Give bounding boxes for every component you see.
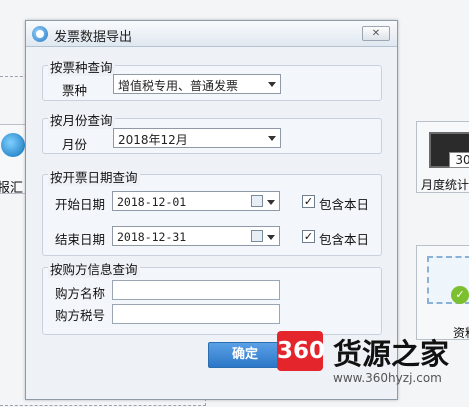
chevron-down-icon[interactable]: [267, 235, 275, 240]
watermark: 360 货源之家 www.360hyzj.com: [277, 331, 469, 407]
buyer-name-input[interactable]: [112, 280, 280, 300]
end-date-value: 2018-12-31: [117, 230, 187, 244]
watermark-name: 货源之家: [333, 337, 450, 371]
calendar-icon[interactable]: [251, 195, 263, 207]
buyer-info-group-title: 按购方信息查询: [48, 259, 140, 278]
watermark-logo: 360: [277, 331, 325, 371]
watermark-url: www.360hyzj.com: [333, 371, 442, 385]
start-date-value: 2018-12-01: [117, 195, 187, 209]
start-date-picker[interactable]: 2018-12-01: [112, 191, 280, 211]
invoice-date-group-title: 按开票日期查询: [48, 167, 140, 186]
start-include-checkbox[interactable]: ✓: [302, 195, 315, 208]
month-value: 2018年12月: [118, 133, 188, 147]
calendar-icon[interactable]: [251, 230, 263, 242]
monthly-stats-module[interactable]: 30 月度统计: [416, 121, 469, 193]
invoice-type-value: 增值税专用、普通发票: [118, 79, 239, 93]
month-select[interactable]: 2018年12月: [113, 128, 281, 148]
buyer-name-label: 购方名称: [55, 286, 106, 301]
month-group-title: 按月份查询: [48, 110, 115, 129]
chevron-down-icon: [268, 136, 276, 141]
end-date-picker[interactable]: 2018-12-31: [112, 226, 280, 246]
check-circle-icon: ✓: [451, 286, 469, 304]
chevron-down-icon[interactable]: [267, 200, 275, 205]
data-module[interactable]: ✓ 资料: [416, 245, 469, 340]
dialog-title: 发票数据导出: [54, 30, 133, 45]
chevron-down-icon: [268, 82, 276, 87]
buyer-tax-input[interactable]: [112, 304, 280, 324]
invoice-type-label: 票种: [62, 83, 88, 98]
buyer-tax-label: 购方税号: [55, 308, 106, 323]
monthly-stats-label: 月度统计: [421, 178, 469, 192]
calendar-badge: 30: [449, 152, 469, 168]
globe-icon: [1, 133, 25, 157]
ok-button[interactable]: 确定: [208, 342, 282, 368]
close-button[interactable]: ✕: [362, 26, 390, 41]
app-logo-icon: [32, 26, 48, 42]
invoice-type-group-title: 按票种查询: [48, 57, 115, 76]
start-date-label: 开始日期: [55, 197, 106, 212]
month-label: 月份: [62, 137, 88, 152]
end-include-checkbox[interactable]: ✓: [302, 230, 315, 243]
end-include-label: 包含本日: [319, 232, 370, 247]
dialog-titlebar[interactable]: 发票数据导出 ✕: [26, 21, 397, 47]
start-include-label: 包含本日: [319, 197, 370, 212]
report-module-label: 报汇: [0, 181, 24, 196]
end-date-label: 结束日期: [55, 232, 106, 247]
invoice-type-select[interactable]: 增值税专用、普通发票: [113, 74, 281, 94]
